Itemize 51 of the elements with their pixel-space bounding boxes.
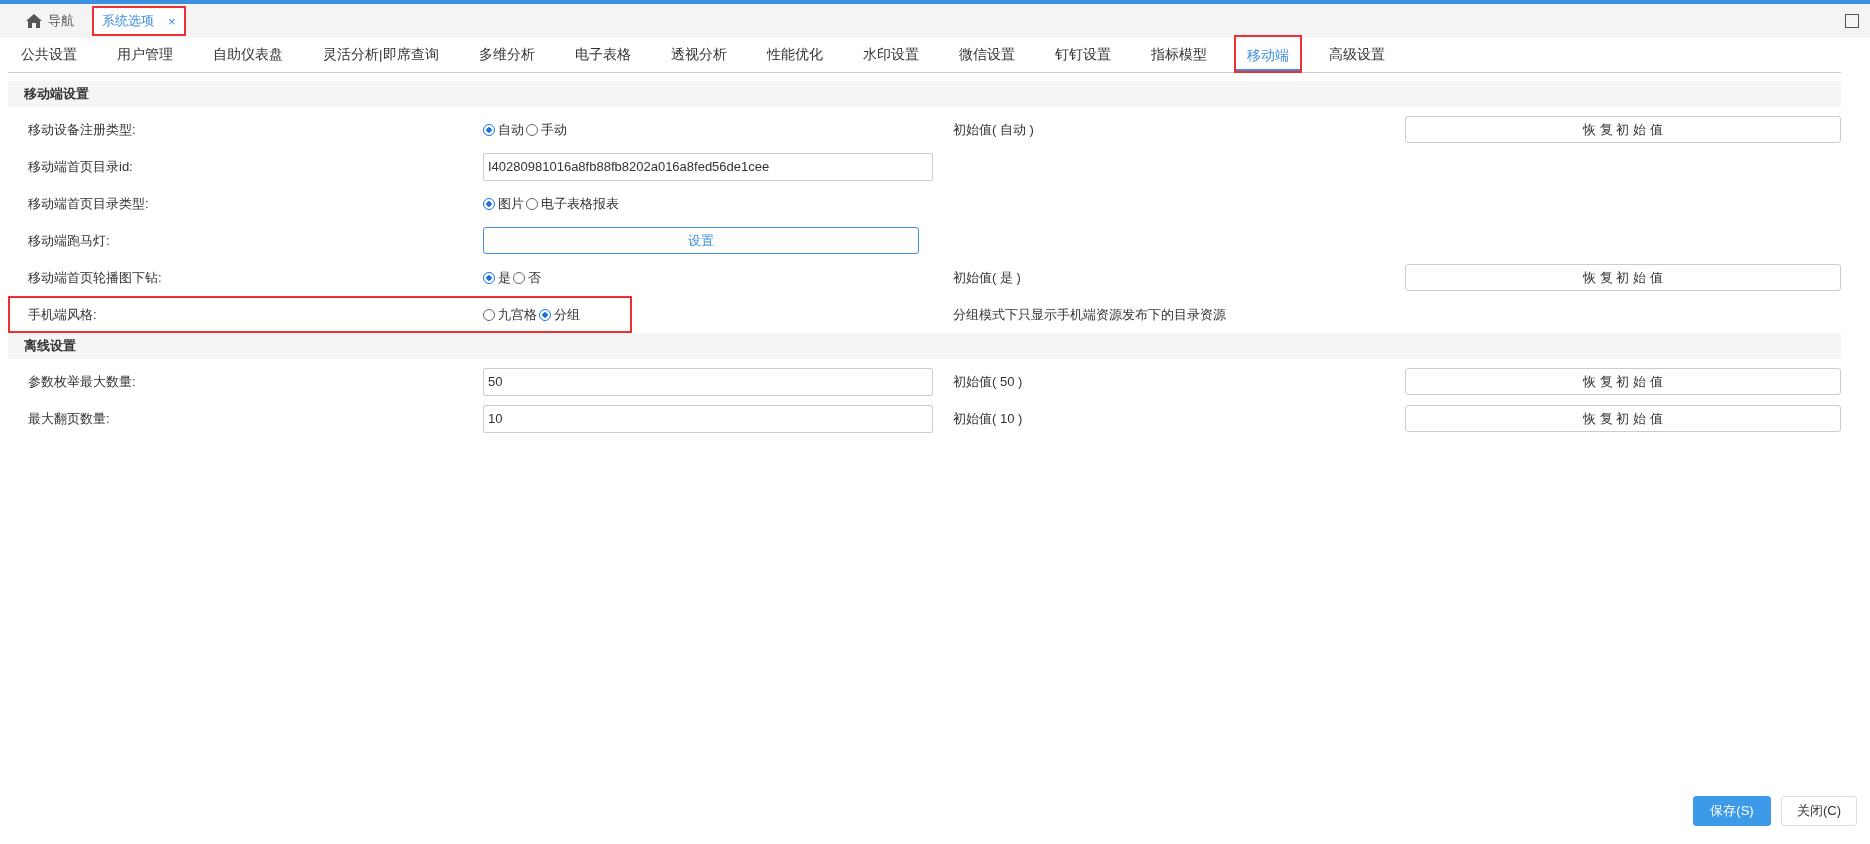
settings-tab[interactable]: 性能优化 [753,44,836,72]
settings-tab[interactable]: 电子表格 [561,44,644,72]
settings-tab[interactable]: 灵活分析|即席查询 [310,44,452,72]
setting-label: 移动端首页目录id: [28,158,133,174]
radio-option[interactable]: 手动 [526,120,567,139]
settings-tab[interactable]: 水印设置 [849,44,932,72]
setting-label: 手机端风格: [28,306,97,322]
radio-option[interactable]: 电子表格报表 [526,194,619,213]
setting-label: 移动设备注册类型: [28,121,136,137]
settings-button[interactable]: 设置 [483,227,919,254]
section-title: 移动端设置 [24,85,89,103]
radio-option[interactable]: 否 [513,268,541,287]
maximize-icon[interactable] [1845,14,1859,28]
settings-tab[interactable]: 微信设置 [945,44,1028,72]
settings-tab[interactable]: 自助仪表盘 [200,44,296,72]
settings-tab[interactable]: 高级设置 [1315,44,1398,72]
input-field[interactable]: 10 [483,404,933,433]
input-field[interactable]: 50 [483,367,933,396]
close-button[interactable]: 关闭(C) [1781,796,1857,826]
note-text: 分组模式下只显示手机端资源发布下的目录资源 [953,305,1226,324]
settings-tab[interactable]: 指标模型 [1137,44,1220,72]
restore-default-button[interactable]: 恢 复 初 始 值 [1405,405,1841,432]
radio-option[interactable]: 是 [483,268,511,287]
radio-option[interactable]: 图片 [483,194,524,213]
setting-label: 移动端首页目录类型: [28,195,149,211]
settings-tab[interactable]: 钉钉设置 [1041,44,1124,72]
section-title: 离线设置 [24,337,76,355]
initial-value-text: 初始值( 是 ) [953,268,1021,287]
settings-tab[interactable]: 透视分析 [657,44,740,72]
settings-tab[interactable]: 移动端 [1233,35,1302,73]
setting-label: 移动端跑马灯: [28,232,110,248]
close-icon[interactable]: × [168,13,176,29]
settings-tab[interactable]: 多维分析 [465,44,548,72]
radio-option[interactable]: 自动 [483,120,524,139]
page-tab[interactable]: 导航 [16,6,84,36]
page-tab[interactable]: 系统选项 × [92,6,186,36]
settings-tab[interactable]: 用户管理 [104,44,186,72]
radio-option[interactable]: 九宫格 [483,305,537,324]
restore-default-button[interactable]: 恢 复 初 始 值 [1405,368,1841,395]
input-field[interactable]: I40280981016a8fb88fb8202a016a8fed56de1cee [483,152,933,181]
radio-option[interactable]: 分组 [539,305,580,324]
initial-value-text: 初始值( 50 ) [953,372,1023,391]
home-icon [26,14,42,28]
initial-value-text: 初始值( 10 ) [953,409,1023,428]
restore-default-button[interactable]: 恢 复 初 始 值 [1405,116,1841,143]
setting-label: 参数枚举最大数量: [28,373,136,389]
setting-label: 最大翻页数量: [28,410,110,426]
settings-tab[interactable]: 公共设置 [8,44,90,72]
restore-default-button[interactable]: 恢 复 初 始 值 [1405,264,1841,291]
initial-value-text: 初始值( 自动 ) [953,120,1034,139]
setting-label: 移动端首页轮播图下钻: [28,269,162,285]
